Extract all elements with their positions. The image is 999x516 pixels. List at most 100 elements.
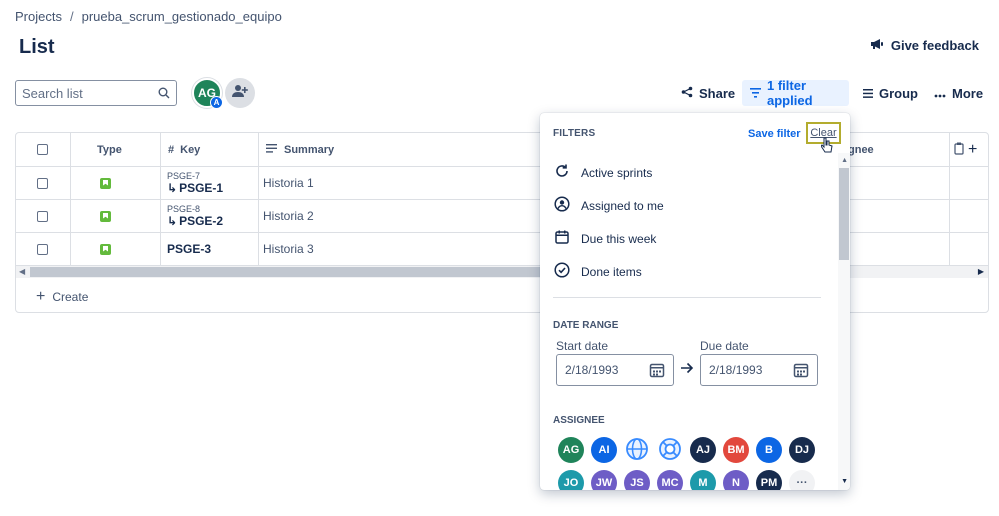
select-all-checkbox[interactable]	[37, 133, 48, 166]
header-summary[interactable]: Summary	[266, 133, 334, 166]
group-icon	[863, 86, 873, 101]
create-label: Create	[52, 290, 89, 304]
breadcrumb-separator: /	[69, 9, 74, 24]
header-type[interactable]: Type	[97, 133, 122, 166]
add-people-button[interactable]	[225, 78, 255, 108]
assignee-avatar[interactable]: JO	[558, 470, 584, 490]
sprint-icon	[554, 163, 570, 182]
filter-icon	[750, 86, 761, 101]
assignee-avatar[interactable]	[657, 437, 683, 463]
parent-key[interactable]: PSGE-7	[167, 171, 200, 181]
issue-key[interactable]: PSGE-3	[167, 242, 211, 256]
filter-option-assigned-to-me[interactable]: Assigned to me	[554, 196, 664, 215]
more-icon	[934, 86, 946, 101]
filter-option-label: Active sprints	[581, 165, 653, 180]
filter-button[interactable]: 1 filter applied	[742, 78, 849, 108]
assignee-avatar[interactable]: JS	[624, 470, 650, 490]
assignee-avatar[interactable]: AI	[591, 437, 617, 463]
filters-title: FILTERS	[553, 128, 596, 139]
megaphone-icon	[870, 38, 884, 53]
filters-panel: FILTERS Save filter Clear Active sprints…	[540, 113, 850, 490]
text-lines-icon	[266, 143, 277, 156]
parent-key[interactable]: PSGE-8	[167, 204, 200, 214]
more-assignees-button[interactable]: ···	[789, 470, 815, 490]
assignee-avatar[interactable]	[624, 437, 650, 463]
date-range-label: DATE RANGE	[553, 320, 619, 331]
row-checkbox[interactable]	[37, 233, 48, 265]
assignee-row-2: JO JW JS MC M N PM ···	[558, 470, 818, 490]
story-icon	[100, 167, 111, 199]
assignee-avatar[interactable]: M	[690, 470, 716, 490]
more-button[interactable]: More	[934, 80, 983, 106]
column-settings-icon[interactable]	[954, 142, 964, 158]
add-column-icon[interactable]: +	[968, 141, 977, 159]
filter-option-label: Assigned to me	[581, 198, 664, 213]
calendar-icon[interactable]	[793, 362, 809, 378]
subtask-link-icon: ↳	[167, 181, 178, 195]
assignee-avatar[interactable]: BM	[723, 437, 749, 463]
header-key[interactable]: # Key	[168, 133, 200, 166]
filter-option-due-this-week[interactable]: Due this week	[554, 229, 656, 248]
issue-summary[interactable]: Historia 1	[263, 167, 314, 199]
group-label: Group	[879, 85, 918, 101]
avatar-badge: A	[210, 96, 223, 109]
share-icon	[681, 86, 693, 101]
issue-summary[interactable]: Historia 3	[263, 233, 314, 265]
give-feedback-button[interactable]: Give feedback	[870, 38, 979, 53]
issue-summary[interactable]: Historia 2	[263, 200, 314, 232]
due-date-value: 2/18/1993	[709, 363, 763, 377]
lifebuoy-icon	[658, 437, 682, 464]
assignee-avatar[interactable]: AG	[558, 437, 584, 463]
due-date-field[interactable]: 2/18/1993	[700, 354, 818, 386]
assignee-avatar[interactable]: MC	[657, 470, 683, 490]
add-user-icon	[232, 84, 248, 103]
share-button[interactable]: Share	[681, 80, 735, 106]
group-button[interactable]: Group	[863, 80, 918, 106]
breadcrumb-project[interactable]: prueba_scrum_gestionado_equipo	[82, 9, 282, 24]
assignee-avatar[interactable]: DJ	[789, 437, 815, 463]
scroll-right-icon[interactable]: ▶	[978, 267, 984, 276]
panel-scrollbar-thumb[interactable]	[839, 168, 849, 260]
divider	[553, 297, 821, 298]
header-summary-label: Summary	[284, 143, 335, 156]
save-filter-button[interactable]: Save filter	[748, 128, 801, 140]
scroll-up-icon[interactable]: ▲	[841, 157, 848, 164]
scrollbar-thumb[interactable]	[30, 267, 570, 277]
assignee-label: ASSIGNEE	[553, 415, 605, 426]
assignee-avatar[interactable]: N	[723, 470, 749, 490]
give-feedback-label: Give feedback	[890, 38, 979, 53]
assignee-row-1: AG AI AJ BM B DJ	[558, 437, 818, 463]
breadcrumb: Projects / prueba_scrum_gestionado_equip…	[15, 9, 282, 24]
check-circle-icon	[554, 262, 570, 281]
hash-icon: #	[168, 143, 175, 156]
calendar-icon[interactable]	[649, 362, 665, 378]
scroll-left-icon[interactable]: ◀	[19, 267, 25, 276]
issue-key-label: PSGE-2	[179, 214, 224, 228]
filter-label: 1 filter applied	[767, 78, 813, 108]
issue-key[interactable]: ↳ PSGE-2	[167, 214, 223, 228]
start-date-label: Start date	[556, 339, 609, 353]
filter-option-active-sprints[interactable]: Active sprints	[554, 163, 652, 182]
issue-key[interactable]: ↳ PSGE-1	[167, 181, 223, 195]
start-date-value: 2/18/1993	[565, 363, 619, 377]
filter-option-done-items[interactable]: Done items	[554, 262, 642, 281]
row-checkbox[interactable]	[37, 167, 48, 199]
subtask-link-icon: ↳	[167, 214, 178, 228]
assignee-avatar[interactable]: AJ	[690, 437, 716, 463]
search-field[interactable]	[15, 80, 177, 106]
filter-option-label: Due this week	[581, 231, 657, 246]
assignee-avatar[interactable]: B	[756, 437, 782, 463]
avatar[interactable]: AG A	[192, 78, 223, 109]
breadcrumb-projects[interactable]: Projects	[15, 9, 62, 24]
create-button[interactable]: + Create	[36, 288, 88, 306]
calendar-icon	[554, 229, 570, 248]
search-input[interactable]	[22, 85, 150, 101]
header-assignee[interactable]: gnee	[848, 133, 874, 166]
scroll-down-icon[interactable]: ▼	[841, 478, 848, 485]
page-title: List	[19, 36, 55, 58]
start-date-field[interactable]: 2/18/1993	[556, 354, 674, 386]
row-checkbox[interactable]	[37, 200, 48, 232]
assignee-avatar[interactable]: PM	[756, 470, 782, 490]
assignee-avatar[interactable]: JW	[591, 470, 617, 490]
pointer-cursor-icon	[820, 137, 833, 158]
